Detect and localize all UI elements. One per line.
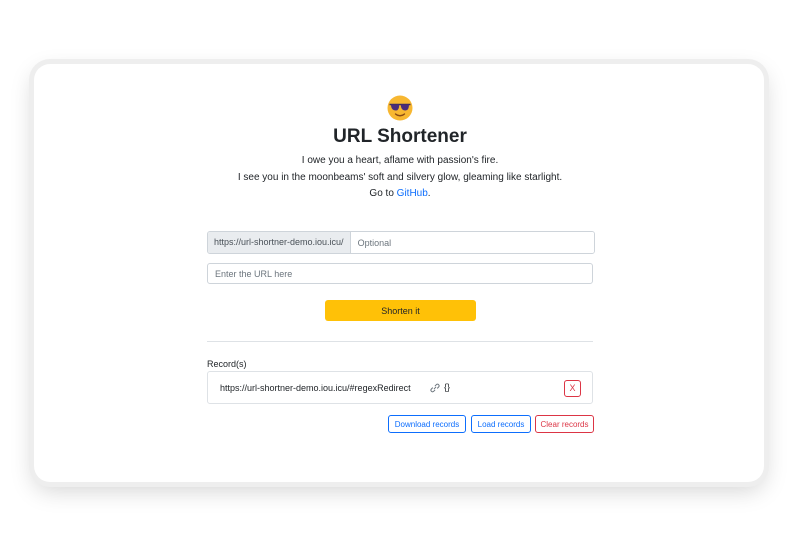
goto-prefix: Go to (369, 188, 397, 199)
clear-records-button[interactable]: Clear records (535, 415, 594, 433)
delete-record-button[interactable]: X (564, 380, 581, 397)
tagline-line-2: I see you in the moonbeams' soft and sil… (237, 172, 563, 183)
goto-line: Go to GitHub. (0, 188, 800, 199)
long-url-input[interactable] (207, 263, 593, 284)
url-prefix-label: https://url-shortner-demo.iou.icu/ (208, 232, 351, 253)
load-records-button[interactable]: Load records (471, 415, 531, 433)
page-title: URL Shortener (333, 126, 467, 147)
sunglasses-face-icon (387, 95, 413, 121)
divider (207, 341, 593, 342)
download-records-button[interactable]: Download records (388, 415, 466, 433)
link-icon[interactable] (430, 383, 440, 393)
records-label: Record(s) (207, 359, 247, 369)
tagline-line-1: I owe you a heart, aflame with passion's… (301, 155, 499, 166)
short-url-input-group: https://url-shortner-demo.iou.icu/ (207, 231, 595, 254)
record-item: https://url-shortner-demo.iou.icu/#regex… (207, 371, 593, 404)
record-short-url-link[interactable]: https://url-shortner-demo.iou.icu/#regex… (220, 383, 411, 393)
github-link[interactable]: GitHub (397, 188, 428, 199)
goto-suffix: . (427, 188, 431, 199)
custom-suffix-input[interactable] (350, 232, 594, 253)
regex-badge: {} (444, 382, 451, 392)
shorten-button[interactable]: Shorten it (325, 300, 476, 321)
